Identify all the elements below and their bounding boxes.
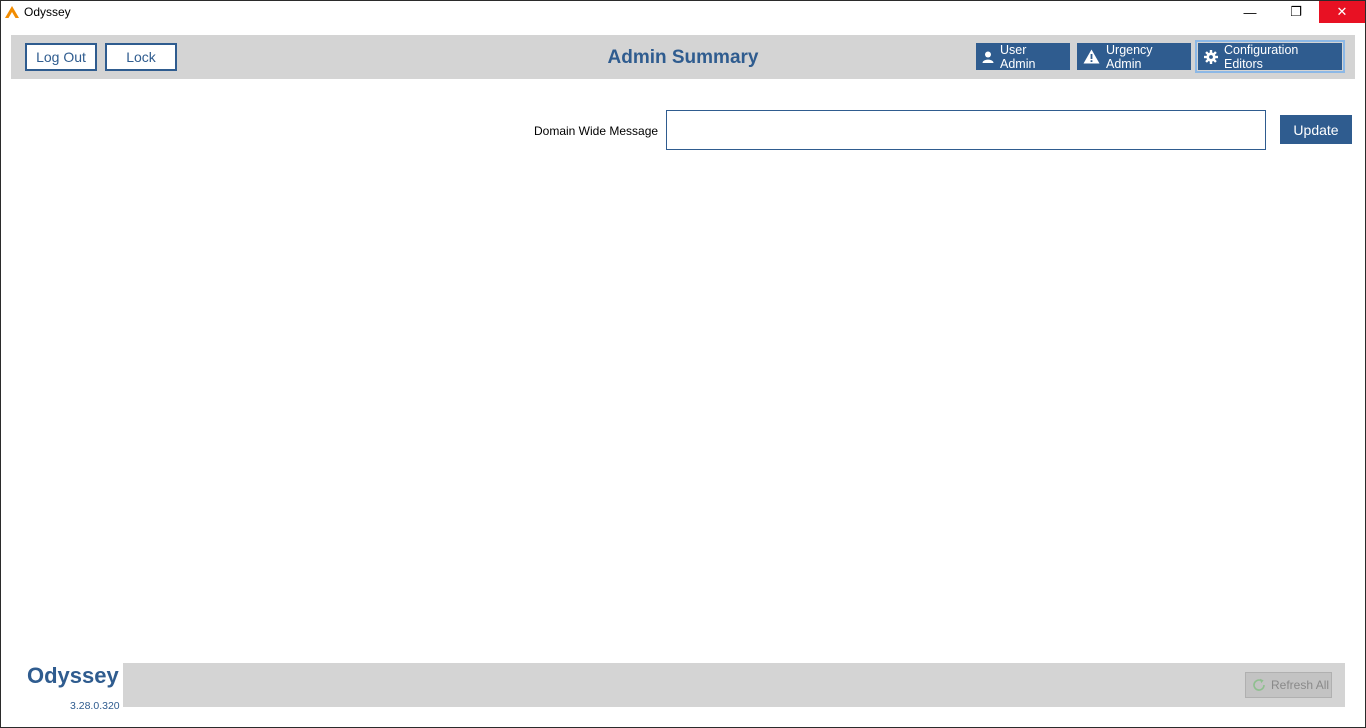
- restore-button[interactable]: ❐: [1273, 1, 1319, 23]
- title-bar[interactable]: Odyssey — ❐ ✕: [1, 1, 1365, 23]
- user-admin-button[interactable]: User Admin: [976, 42, 1070, 71]
- urgency-admin-button[interactable]: Urgency Admin: [1077, 42, 1191, 71]
- minimize-button[interactable]: —: [1227, 1, 1273, 23]
- refresh-all-button[interactable]: Refresh All: [1245, 672, 1332, 698]
- gear-icon: [1204, 49, 1218, 64]
- window-title: Odyssey: [24, 5, 71, 19]
- configuration-editors-button[interactable]: Configuration Editors: [1198, 42, 1342, 71]
- footer-bar: Refresh All: [123, 663, 1345, 707]
- configuration-editors-label: Configuration Editors: [1224, 42, 1299, 71]
- close-button[interactable]: ✕: [1319, 1, 1365, 23]
- urgency-admin-label: Urgency Admin: [1106, 42, 1153, 71]
- header-bar: Log Out Lock Admin Summary User Admin Ur…: [11, 35, 1355, 79]
- app-logo-icon: [4, 5, 20, 19]
- domain-message-input[interactable]: [666, 110, 1266, 150]
- user-admin-label: User Admin: [1000, 42, 1036, 71]
- close-icon: ✕: [1336, 4, 1348, 19]
- brand-name: Odyssey: [27, 663, 119, 688]
- user-icon: [982, 51, 994, 63]
- restore-icon: ❐: [1290, 4, 1302, 19]
- refresh-icon: [1252, 678, 1266, 692]
- domain-message-label: Domain Wide Message: [534, 124, 659, 138]
- refresh-all-label: Refresh All: [1271, 678, 1330, 692]
- version-label: 3.28.0.320: [70, 700, 120, 712]
- minimize-icon: —: [1243, 4, 1257, 20]
- app-window: Odyssey — ❐ ✕ Log Out Lock Admin Summary…: [0, 0, 1366, 728]
- warning-icon: [1083, 49, 1100, 64]
- update-button[interactable]: Update: [1280, 115, 1352, 144]
